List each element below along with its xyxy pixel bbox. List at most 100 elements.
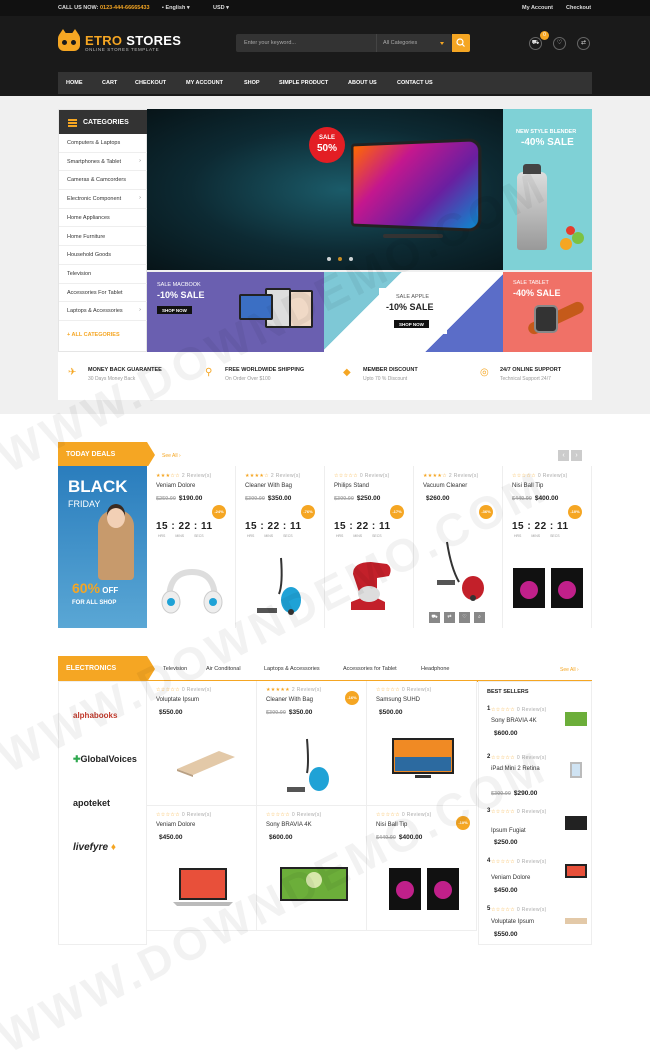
- category-item[interactable]: Television: [59, 265, 148, 284]
- brand-logo[interactable]: ✚GlobalVoices: [73, 754, 137, 765]
- rating-stars: ☆☆☆☆☆ 0 Review(s): [156, 687, 212, 693]
- search-bar: Enter your keyword... All Categories: [236, 34, 452, 52]
- brand-logo[interactable]: apoteket: [73, 798, 110, 808]
- nav-home[interactable]: HOME: [66, 80, 83, 86]
- sale-badge: SALE 50%: [309, 127, 345, 163]
- cart-icon[interactable]: ⛟: [529, 37, 542, 50]
- product-card[interactable]: ☆☆☆☆☆ 0 Review(s) Veniam Dolore $450.00: [147, 806, 257, 931]
- product-name[interactable]: Veniam Dolore: [156, 822, 195, 828]
- language-select[interactable]: ▪ English ▾: [162, 5, 190, 11]
- nav-shop[interactable]: SHOP: [244, 80, 260, 86]
- slider-dot[interactable]: [327, 257, 331, 261]
- nav-about-us[interactable]: ABOUT US: [348, 80, 377, 86]
- category-item[interactable]: Cameras & Camcorders: [59, 171, 148, 191]
- banner-apple[interactable]: SALE APPLE -10% SALE SHOP NOW: [324, 272, 503, 352]
- compare-icon[interactable]: ⇄: [577, 37, 590, 50]
- product-name[interactable]: Voluptate Ipsum: [156, 697, 199, 703]
- product-name[interactable]: Philips Stand: [334, 483, 369, 489]
- product-card[interactable]: ☆☆☆☆☆ 0 Review(s) Sony BRAVIA 4K $600.00: [257, 806, 367, 931]
- product-name[interactable]: Nisi Ball Tip: [376, 822, 407, 828]
- categories-menu: CATEGORIES Computers & Laptops Smartphon…: [58, 109, 148, 352]
- wishlist-heart-icon[interactable]: ♡: [459, 612, 470, 623]
- product-name[interactable]: Sony BRAVIA 4K: [266, 822, 312, 828]
- brand-logo[interactable]: livefyre ♦: [73, 842, 116, 853]
- deal-product-card[interactable]: ★★★★☆ 2 Review(s) Cleaner With Bag $300.0…: [236, 466, 325, 628]
- category-item[interactable]: Laptops & Accessories ›: [59, 302, 148, 321]
- banner-macbook[interactable]: SALE MACBOOK -10% SALE SHOP NOW: [147, 272, 324, 352]
- discount-badge: -76%: [301, 505, 315, 519]
- product-name[interactable]: Samsung SUHD: [376, 697, 420, 703]
- search-input[interactable]: Enter your keyword...: [244, 40, 296, 46]
- wishlist-heart-icon[interactable]: ♡: [553, 37, 566, 50]
- search-button[interactable]: [452, 34, 470, 52]
- search-icon[interactable]: ⌕: [474, 612, 485, 623]
- deal-product-card[interactable]: ★★★★☆ 2 Review(s) Vacuum Cleaner $260.00 …: [414, 466, 503, 628]
- category-item[interactable]: Computers & Laptops: [59, 134, 148, 153]
- see-all-link[interactable]: See All ›: [162, 453, 181, 459]
- checkout-link[interactable]: Checkout: [566, 5, 591, 11]
- discount-badge: -10%: [456, 816, 470, 830]
- product-name[interactable]: Nisi Ball Tip: [512, 483, 543, 489]
- cart-icon[interactable]: ⛟: [429, 612, 440, 623]
- product-name[interactable]: Vacuum Cleaner: [423, 483, 467, 489]
- tab-accessories-tablet[interactable]: Accessories for Tablet: [343, 666, 397, 672]
- deal-product-card[interactable]: ★★★☆☆ 2 Review(s) Veniam Dolore $250.00 $1…: [147, 466, 236, 628]
- category-item[interactable]: Accessories For Tablet: [59, 284, 148, 303]
- tab-television[interactable]: Television: [163, 666, 187, 672]
- product-card[interactable]: ★★★★★ 2 Review(s) Cleaner With Bag $300.0…: [257, 681, 367, 806]
- prev-arrow-icon[interactable]: ‹: [558, 450, 569, 461]
- nav-checkout[interactable]: CHECKOUT: [135, 80, 166, 86]
- product-name[interactable]: Veniam Dolore: [156, 483, 195, 489]
- category-item[interactable]: Home Appliances: [59, 209, 148, 228]
- tab-laptops-accessories[interactable]: Laptops & Accessories: [264, 666, 320, 672]
- chevron-right-icon: ›: [139, 157, 141, 164]
- next-arrow-icon[interactable]: ›: [571, 450, 582, 461]
- vacuum-cleaner-image: [437, 541, 484, 601]
- currency-select[interactable]: USD ▾: [213, 5, 229, 11]
- slider-dot-active[interactable]: [338, 257, 342, 261]
- category-select[interactable]: All Categories: [376, 34, 452, 52]
- category-item[interactable]: Household Goods: [59, 246, 148, 265]
- category-item[interactable]: Smartphones & Tablet ›: [59, 153, 148, 172]
- shop-now-button[interactable]: SHOP NOW: [157, 306, 192, 314]
- shop-now-button[interactable]: SHOP NOW: [394, 320, 429, 328]
- product-card[interactable]: ☆☆☆☆☆ 0 Review(s) Voluptate Ipsum $550.00: [147, 681, 257, 806]
- product-price: $600.00: [269, 834, 293, 841]
- rating-stars: ☆☆☆☆☆ 0 Review(s): [334, 473, 390, 479]
- category-item[interactable]: Home Furniture: [59, 228, 148, 247]
- nav-simple-product[interactable]: SIMPLE PRODUCT: [279, 80, 328, 86]
- nav-contact-us[interactable]: CONTACT US: [397, 80, 433, 86]
- product-name: iPad Mini 2 Retina: [491, 766, 540, 772]
- slider-dot[interactable]: [349, 257, 353, 261]
- nav-my-account[interactable]: MY ACCOUNT: [186, 80, 223, 86]
- brands-panel: alphabooks ✚GlobalVoices apoteket livefy…: [58, 681, 147, 945]
- product-card[interactable]: ☆☆☆☆☆ 0 Review(s) Samsung SUHD $500.00: [367, 681, 477, 806]
- phone-number: 0123-444-66665433: [99, 5, 150, 11]
- black-friday-banner[interactable]: BLACK FRIDAY 60% OFF FOR ALL SHOP: [58, 466, 147, 628]
- nav-cart[interactable]: CART: [102, 80, 117, 86]
- rating-stars: ★★★★★ 2 Review(s): [266, 687, 322, 693]
- my-account-link[interactable]: My Account: [522, 5, 553, 11]
- rating-stars: ☆☆☆☆☆ 0 Review(s): [491, 809, 547, 815]
- deal-product-card[interactable]: ☆☆☆☆☆ 0 Review(s) Nisi Ball Tip $440.00 $4…: [503, 466, 592, 628]
- tab-air-conditonal[interactable]: Air Conditonal: [206, 666, 241, 672]
- quick-view-icon[interactable]: ⇄: [444, 612, 455, 623]
- rating-stars: ☆☆☆☆☆ 0 Review(s): [376, 812, 432, 818]
- product-card[interactable]: ☆☆☆☆☆ 0 Review(s) Nisi Ball Tip $440.00 $4…: [367, 806, 477, 931]
- logo-text[interactable]: ETRO STORES: [85, 33, 181, 48]
- rating-stars: ★★★☆☆ 2 Review(s): [156, 473, 212, 479]
- deal-product-card[interactable]: ☆☆☆☆☆ 0 Review(s) Philips Stand $300.00 $2…: [325, 466, 414, 628]
- tab-headphone[interactable]: Headphone: [421, 666, 449, 672]
- rating-stars: ☆☆☆☆☆ 0 Review(s): [491, 755, 547, 761]
- rating-stars: ☆☆☆☆☆ 0 Review(s): [491, 907, 547, 913]
- all-categories-link[interactable]: + ALL CATEGORIES: [67, 332, 120, 338]
- product-name[interactable]: Cleaner With Bag: [245, 483, 292, 489]
- countdown-labels: HRS MINS SECS: [247, 534, 293, 538]
- category-item[interactable]: Electronic Component ›: [59, 190, 148, 209]
- product-price: $450.00: [494, 887, 518, 894]
- see-all-link[interactable]: See All ›: [560, 667, 579, 673]
- brand-logo[interactable]: alphabooks: [73, 711, 117, 720]
- logo-cat-icon[interactable]: [58, 29, 80, 51]
- categories-header[interactable]: CATEGORIES: [59, 110, 148, 134]
- product-name[interactable]: Cleaner With Bag: [266, 697, 313, 703]
